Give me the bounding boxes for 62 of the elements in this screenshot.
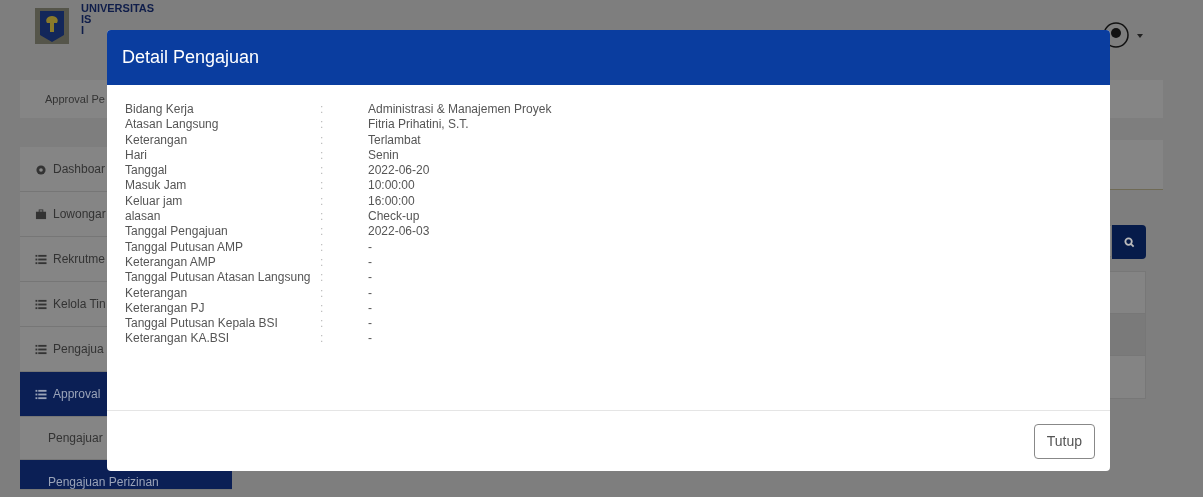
- field-label: Tanggal Pengajuan: [125, 224, 229, 240]
- separator: :: [320, 285, 325, 301]
- field-label: Atasan Langsung: [125, 117, 220, 133]
- university-name-line: IS: [81, 14, 92, 25]
- field-label: alasan: [125, 209, 162, 225]
- field-label: Keterangan AMP: [125, 254, 217, 271]
- briefcase-icon: [35, 208, 47, 220]
- field-label: Keluar jam: [125, 193, 184, 210]
- field-value: 16:00:00: [368, 193, 415, 210]
- dialog-title: Detail Pengajuan: [122, 46, 260, 69]
- separator: :: [320, 209, 325, 225]
- list-icon: [35, 343, 47, 355]
- field-value: Senin: [368, 147, 399, 164]
- field-value: 2022-06-03: [368, 224, 430, 240]
- separator: :: [320, 163, 325, 179]
- list-icon: [35, 298, 47, 310]
- field-value: Fitria Prihatini, S.T.: [368, 117, 469, 133]
- field-value: -: [368, 239, 372, 255]
- separator: :: [320, 224, 325, 240]
- separator: :: [320, 331, 325, 347]
- field-label: Tanggal: [125, 163, 169, 179]
- caret-icon[interactable]: [1137, 34, 1143, 38]
- separator: :: [320, 270, 325, 286]
- search-icon: [1123, 236, 1135, 248]
- separator: :: [320, 300, 325, 317]
- field-value: -: [368, 331, 372, 347]
- field-label: Keterangan KA.BSI: [125, 331, 231, 347]
- field-label: Bidang Kerja: [125, 102, 195, 118]
- field-value: Administrasi & Manajemen Proyek: [368, 102, 552, 118]
- field-value: 10:00:00: [368, 178, 415, 194]
- field-label: Hari: [125, 147, 148, 164]
- separator: :: [320, 254, 325, 271]
- list-icon: [35, 388, 47, 400]
- dashboard-icon: [35, 163, 47, 175]
- close-button[interactable]: Tutup: [1033, 423, 1095, 459]
- field-value: -: [368, 254, 372, 271]
- university-name-line: I: [81, 25, 85, 36]
- list-icon: [35, 253, 47, 265]
- avatar-icon[interactable]: [1103, 22, 1129, 48]
- field-value: Check-up: [368, 209, 420, 225]
- university-name-line: UNIVERSITAS: [81, 3, 155, 14]
- field-label: Keterangan PJ: [125, 300, 206, 317]
- field-value: 2022-06-20: [368, 163, 430, 179]
- separator: :: [320, 193, 325, 210]
- separator: :: [320, 102, 325, 118]
- university-logo: [35, 8, 69, 44]
- breadcrumb-text: Approval Pe: [45, 91, 105, 107]
- separator: :: [320, 178, 325, 194]
- field-value: -: [368, 285, 372, 301]
- separator: :: [320, 132, 325, 148]
- field-value: Terlambat: [368, 132, 421, 148]
- field-label: Keterangan: [125, 285, 189, 301]
- separator: :: [320, 316, 325, 332]
- field-value: -: [368, 316, 372, 332]
- field-value: -: [368, 300, 372, 317]
- separator: :: [320, 147, 325, 164]
- search-button[interactable]: [1112, 225, 1146, 259]
- separator: :: [320, 117, 325, 133]
- field-label: Keterangan: [125, 132, 189, 148]
- field-label: Masuk Jam: [125, 178, 188, 194]
- field-value: -: [368, 270, 372, 286]
- separator: :: [320, 239, 325, 255]
